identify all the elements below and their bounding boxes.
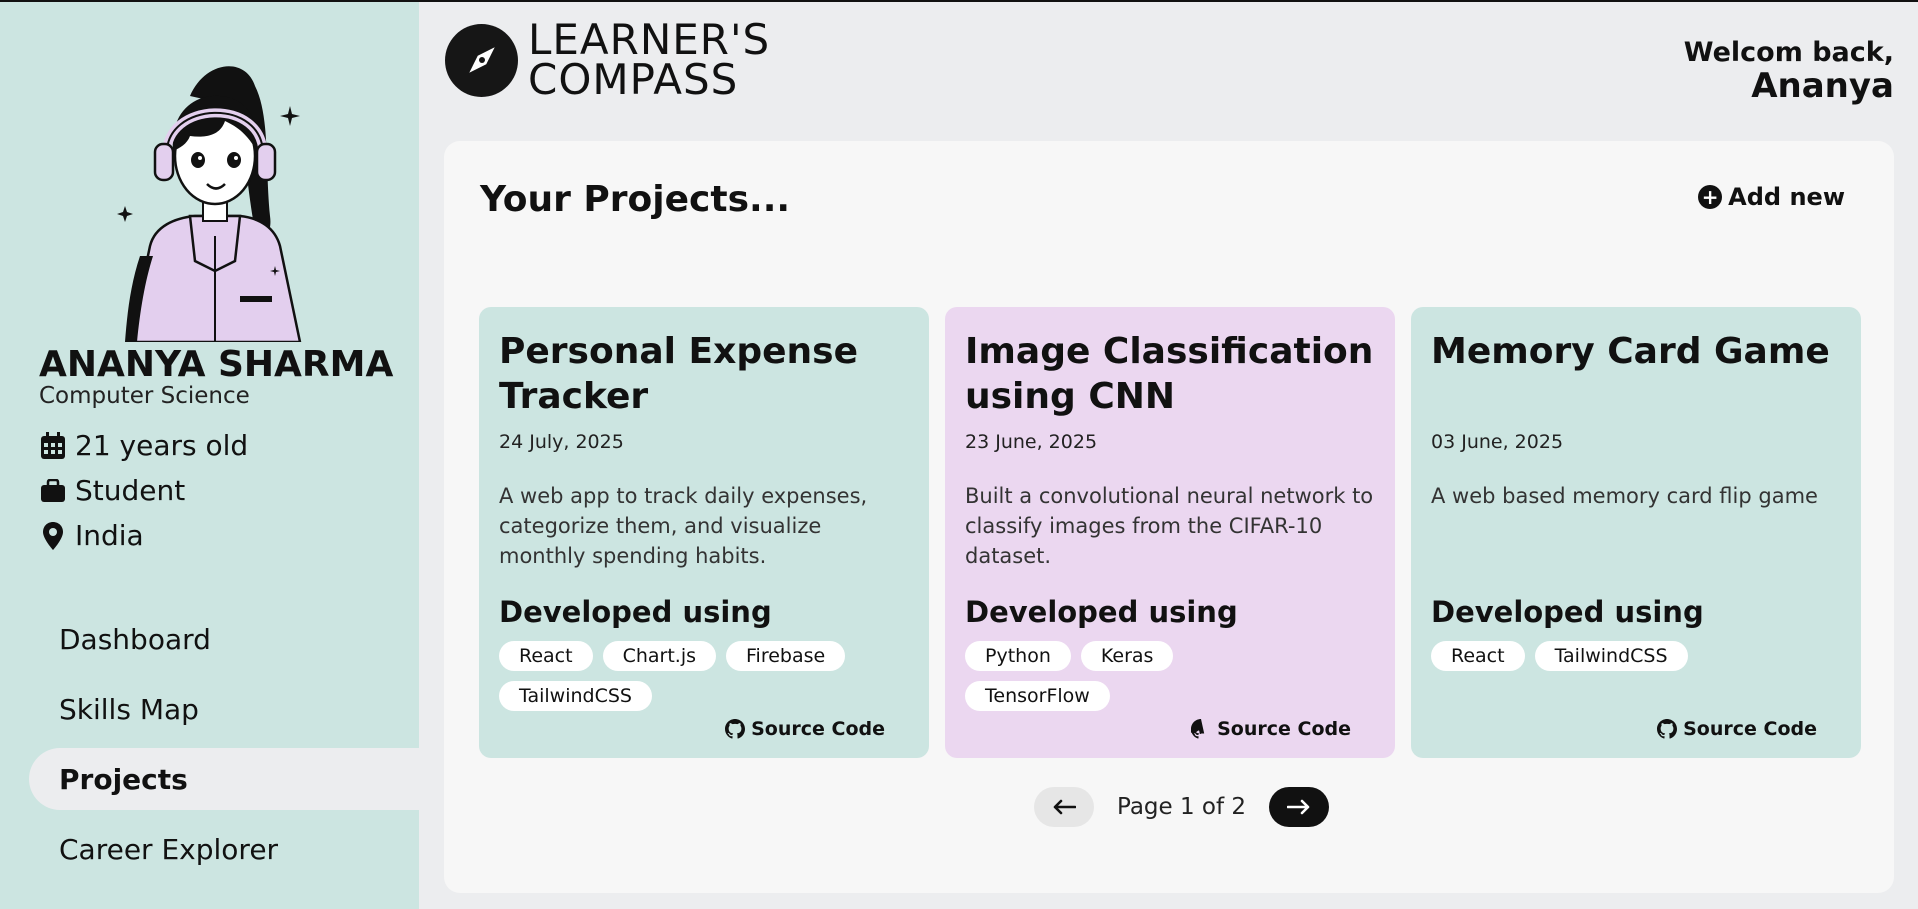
source-code-link[interactable]: Source Code [1657,718,1817,740]
developed-using-heading: Developed using [1431,595,1704,629]
project-description: Built a convolutional neural network to … [965,484,1374,568]
source-code-link[interactable]: Source Code [725,718,885,740]
source-code-label: Source Code [751,718,885,740]
profile-age-row: 21 years old [39,429,248,462]
developed-using-heading: Developed using [965,595,1238,629]
profile-name: ANANYA SHARMA [39,344,394,385]
app-logo[interactable]: LEARNER'S COMPASS [445,15,771,104]
calendar-icon [39,431,67,461]
sidebar-item-career-explorer[interactable]: Career Explorer [29,818,419,880]
sidebar: ANANYA SHARMA Computer Science 21 years … [0,2,419,909]
profile-role: Student [75,474,186,507]
github-icon [1191,719,1205,739]
tech-tags: Python Keras TensorFlow [965,641,1325,711]
pagination: Page 1 of 2 [1034,787,1330,827]
tech-tag: Python [965,641,1071,671]
plus-circle-icon: + [1698,185,1723,209]
profile-location: India [75,519,144,552]
arrow-right-icon [1287,799,1310,815]
project-card[interactable]: Memory Card Game 03 June, 2025 A web bas… [1411,307,1861,758]
project-date: 03 June, 2025 [1431,431,1564,453]
tech-tag: Firebase [726,641,846,671]
source-code-link[interactable]: Source Code [1191,718,1351,740]
project-title: Memory Card Game [1431,331,1830,372]
profile-location-row: India [39,519,144,552]
tech-tag: TensorFlow [965,681,1110,711]
compass-icon [445,23,518,97]
source-code-label: Source Code [1217,718,1351,740]
tech-tag: Keras [1080,641,1174,671]
profile-department: Computer Science [39,383,250,409]
app-name: LEARNER'S COMPASS [528,15,771,104]
tech-tag: TailwindCSS [1534,641,1688,671]
projects-panel: Your Projects... + Add new Personal Expe… [444,141,1894,893]
app-name-line1: LEARNER'S [528,15,771,64]
developed-using-heading: Developed using [499,595,772,629]
arrow-left-icon [1053,799,1076,815]
page-title: Your Projects... [480,179,791,220]
project-card[interactable]: Image Classification using CNN 23 June, … [945,307,1395,758]
sidebar-item-dashboard[interactable]: Dashboard [29,608,419,670]
project-title: Image Classification using CNN [965,331,1374,417]
welcome-text: Welcom back, [1683,37,1894,68]
avatar [117,66,302,342]
github-icon [725,719,746,739]
project-description: A web app to track daily expenses, categ… [499,484,868,568]
tech-tag: Chart.js [602,641,717,671]
tech-tags: React Chart.js Firebase TailwindCSS [499,641,859,711]
github-icon [1657,719,1678,739]
welcome-user-name: Ananya [1751,66,1894,106]
location-pin-icon [39,521,67,551]
source-code-label: Source Code [1683,718,1817,740]
briefcase-icon [39,476,67,506]
project-date: 24 July, 2025 [499,431,624,453]
project-date: 23 June, 2025 [965,431,1098,453]
tech-tag: React [499,641,593,671]
sidebar-item-projects[interactable]: Projects [29,748,419,810]
welcome-message: Welcom back, Ananya [1683,37,1894,106]
sidebar-item-skills-map[interactable]: Skills Map [29,678,419,740]
previous-page-button[interactable] [1034,787,1094,827]
profile-role-row: Student [39,474,185,507]
tech-tags: React TailwindCSS [1431,641,1791,671]
sidebar-nav: Dashboard Skills Map Projects Career Exp… [29,608,419,888]
app-name-line2: COMPASS [528,55,739,104]
tech-tag: React [1431,641,1525,671]
project-description: A web based memory card flip game [1431,484,1818,508]
tech-tag: TailwindCSS [499,681,652,711]
add-new-button[interactable]: + Add new [1698,183,1845,211]
profile-age: 21 years old [75,429,249,462]
page-indicator: Page 1 of 2 [1117,794,1247,820]
project-title: Personal Expense Tracker [499,331,858,417]
project-cards: Personal Expense Tracker 24 July, 2025 A… [479,307,1861,758]
project-card[interactable]: Personal Expense Tracker 24 July, 2025 A… [479,307,929,758]
add-new-label: Add new [1728,183,1845,211]
next-page-button[interactable] [1269,787,1330,827]
